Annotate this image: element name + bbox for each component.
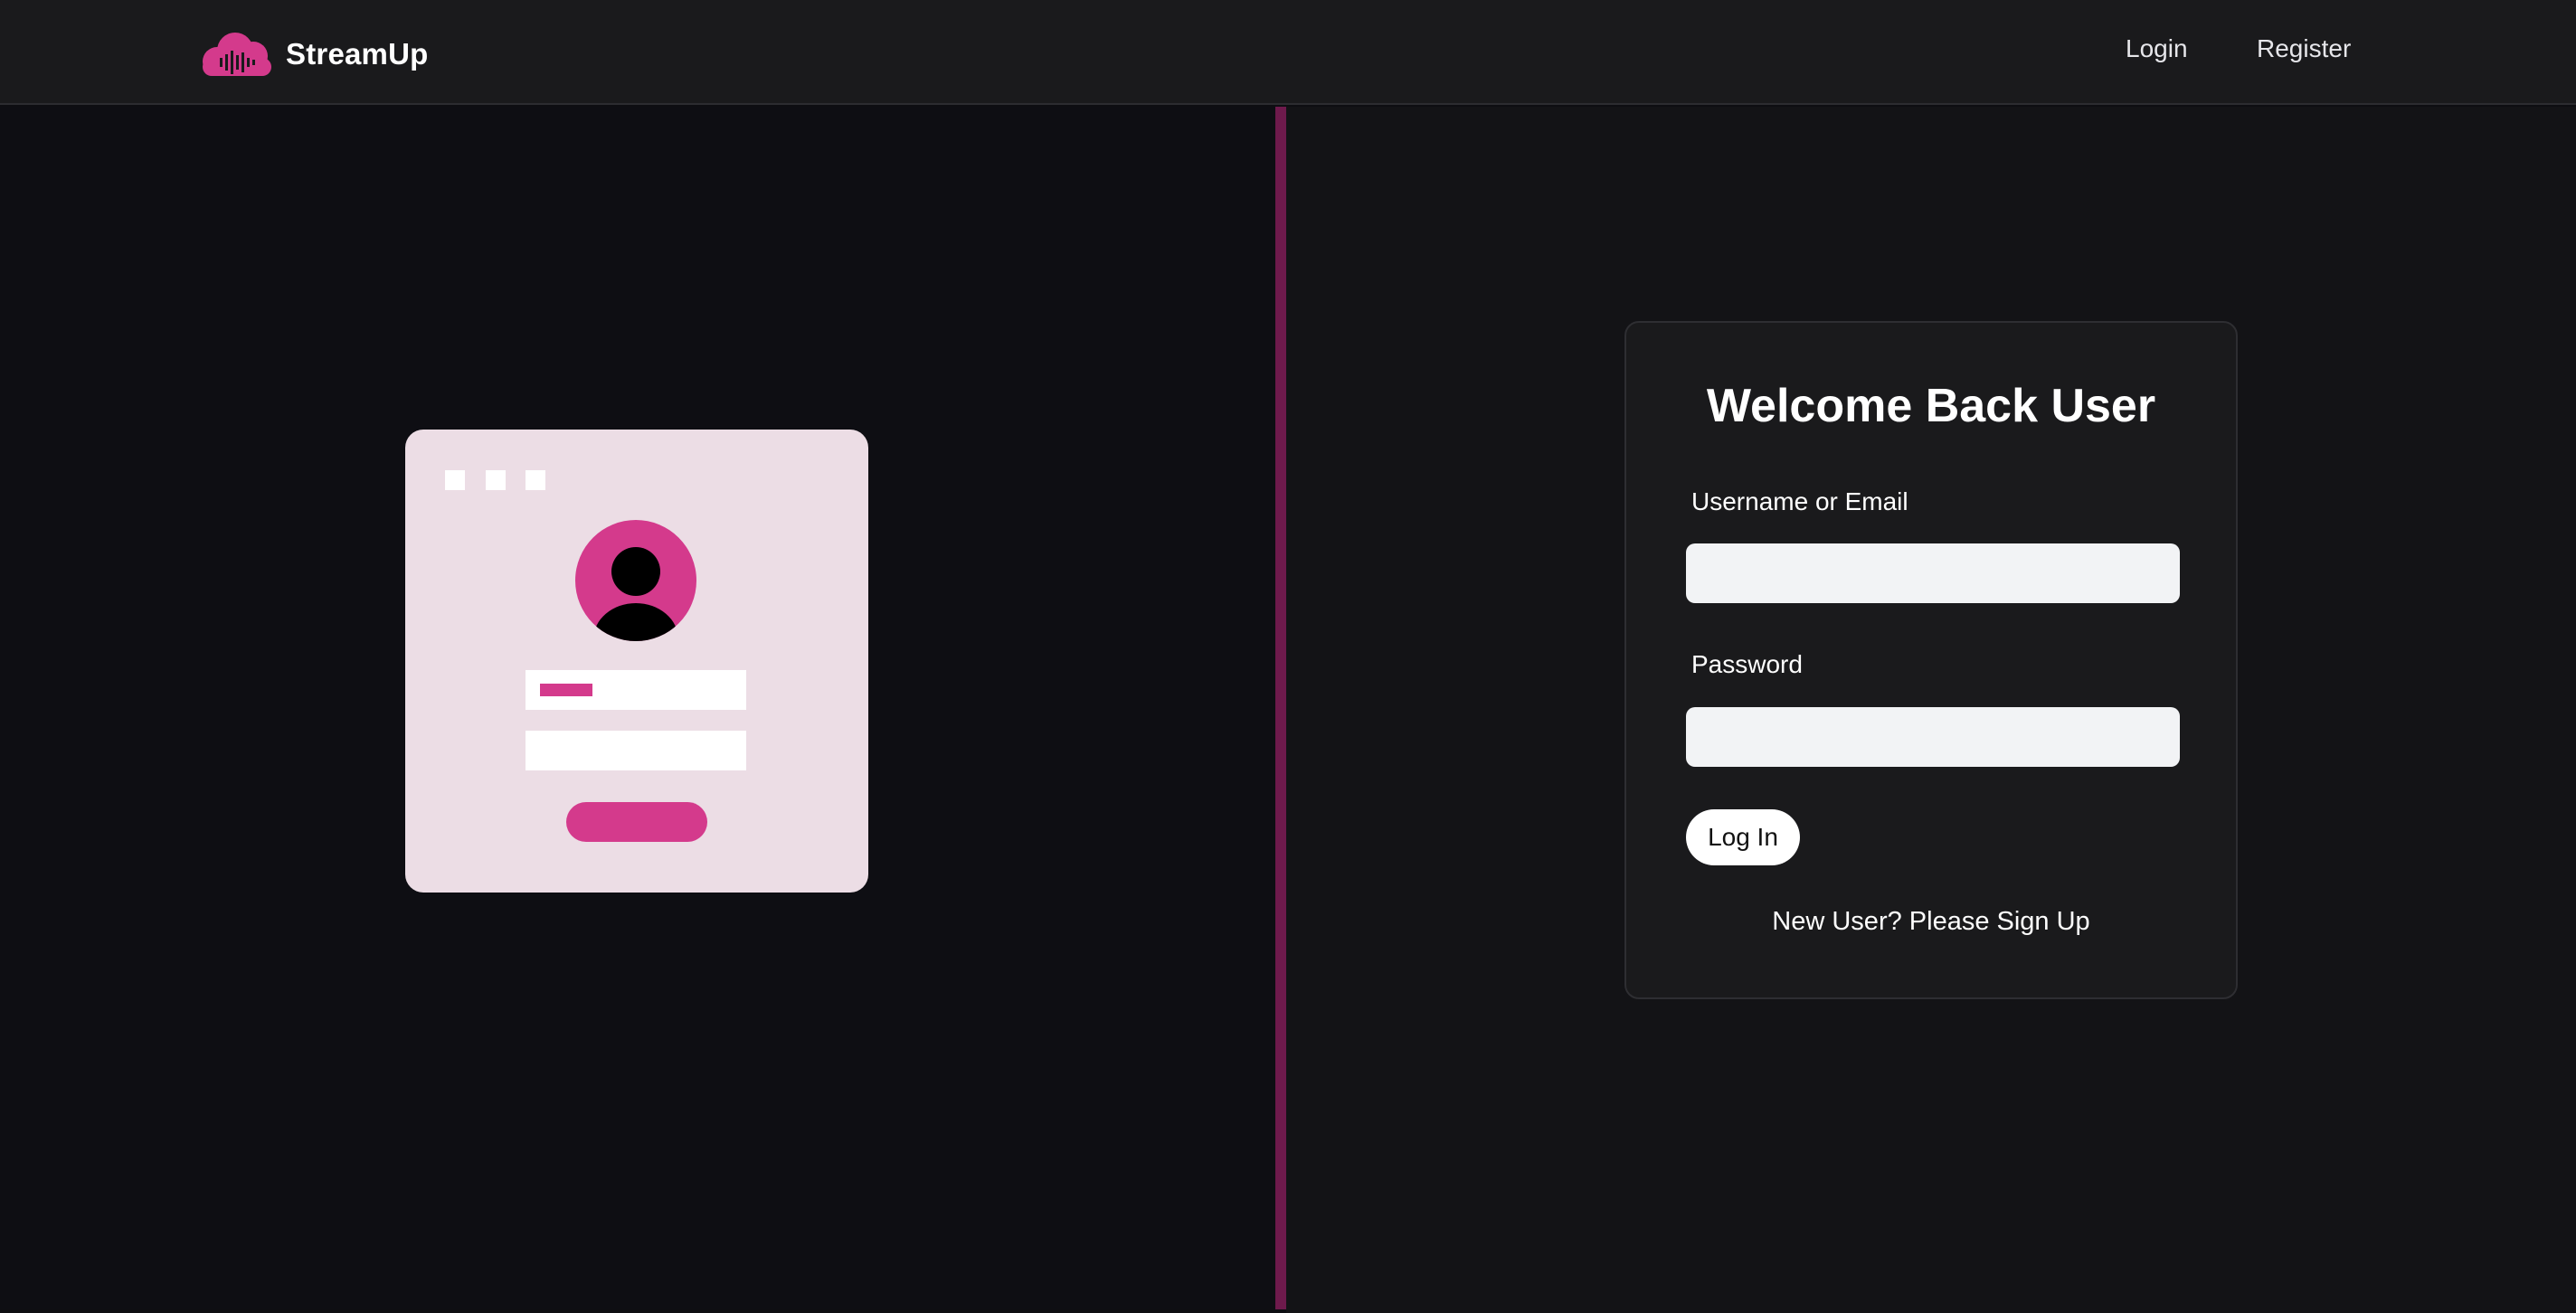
login-card: Welcome Back User Username or Email Pass… <box>1624 321 2238 999</box>
nav-login-link[interactable]: Login <box>2126 34 2188 71</box>
brand-name: StreamUp <box>286 37 429 71</box>
panel-divider <box>1275 107 1286 1309</box>
illustration-field <box>526 731 746 770</box>
login-illustration-icon <box>405 430 868 893</box>
window-dot <box>445 470 465 490</box>
cloud-soundwave-icon <box>203 33 271 76</box>
window-dot <box>526 470 545 490</box>
window-dot <box>486 470 506 490</box>
illustration-field-text <box>540 684 592 696</box>
username-label: Username or Email <box>1691 487 1908 515</box>
illustration-button <box>566 802 707 842</box>
password-input[interactable] <box>1686 707 2180 767</box>
login-button[interactable]: Log In <box>1686 809 1800 865</box>
illustration-field <box>526 670 746 710</box>
signup-link[interactable]: New User? Please Sign Up <box>1626 907 2236 937</box>
login-title: Welcome Back User <box>1706 380 2156 432</box>
password-label: Password <box>1691 650 1803 678</box>
user-avatar-icon <box>575 520 696 641</box>
top-navbar: StreamUp Login Register <box>0 0 2576 105</box>
username-input[interactable] <box>1686 543 2180 603</box>
avatar-body <box>593 603 678 641</box>
avatar-head <box>611 547 660 596</box>
nav-register-link[interactable]: Register <box>2257 34 2351 71</box>
brand-logo[interactable]: StreamUp <box>197 27 428 81</box>
